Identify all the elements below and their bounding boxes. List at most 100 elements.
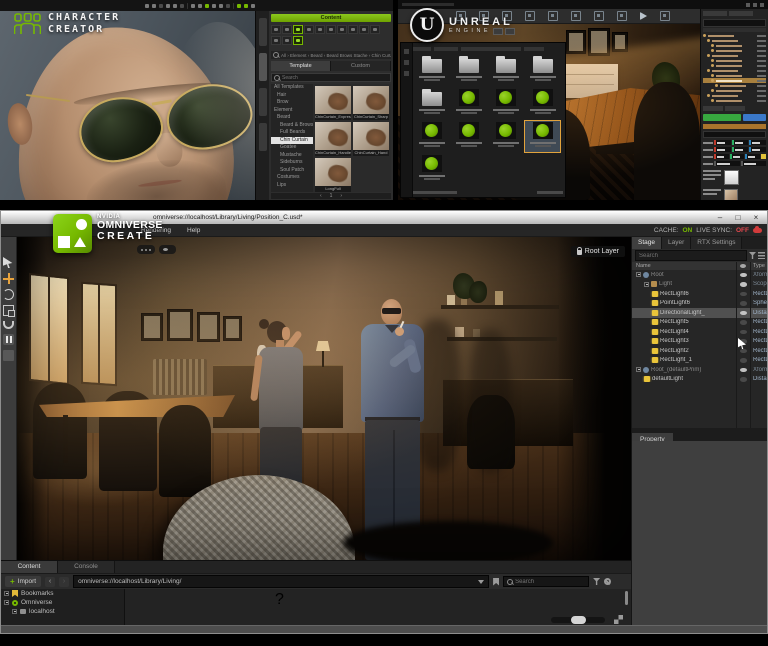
panel-tab[interactable]: Template — [271, 61, 331, 71]
details-tab[interactable] — [703, 106, 723, 111]
settings-icon[interactable] — [548, 11, 558, 21]
scale-lock-icon[interactable] — [761, 154, 766, 159]
visibility-eye-icon[interactable] — [740, 311, 747, 316]
close-button[interactable]: × — [749, 212, 763, 223]
cb-filter-button[interactable] — [524, 47, 544, 51]
ov-viewport[interactable]: Root Layer — [17, 237, 631, 560]
tree-item[interactable]: Beard & Brows — [271, 122, 313, 130]
rotation-z-field[interactable] — [749, 147, 766, 152]
toolbar-icon[interactable] — [219, 4, 223, 8]
toolbar-icon[interactable] — [180, 4, 184, 8]
file-tile[interactable]: ? — [275, 591, 305, 621]
tree-item[interactable]: Bookmarks — [1, 589, 124, 598]
world-settings-tab[interactable] — [725, 106, 745, 111]
outliner-search-input[interactable] — [703, 19, 766, 27]
asset-tile[interactable] — [488, 88, 523, 119]
bookmark-icon[interactable] — [493, 578, 499, 586]
stage-tree-row[interactable]: RectLight4 RectLight — [632, 327, 768, 337]
panel-icon[interactable] — [337, 25, 347, 34]
move-icon[interactable] — [3, 273, 14, 284]
path-bar[interactable] — [73, 575, 489, 588]
options-icon[interactable] — [758, 252, 765, 259]
panel-icon-active[interactable] — [293, 25, 303, 34]
visibility-eye-icon[interactable] — [740, 282, 747, 287]
stage-tree-row[interactable]: PointLight6 SphereLight — [632, 299, 768, 309]
asset-tile[interactable] — [414, 121, 449, 152]
asset-tile[interactable] — [451, 88, 486, 119]
scale-x-field[interactable] — [714, 154, 729, 159]
pause-icon[interactable] — [3, 334, 14, 345]
side-tab[interactable] — [259, 88, 267, 116]
asset-tile[interactable] — [414, 55, 449, 86]
toolbar-icon-active[interactable] — [205, 4, 209, 8]
menu-item[interactable]: Help — [187, 227, 200, 234]
level-tab[interactable] — [402, 3, 454, 6]
panel-tab[interactable]: Content — [1, 561, 58, 573]
stage-search-input[interactable] — [635, 250, 747, 261]
panel-icon[interactable] — [370, 25, 380, 34]
select-icon[interactable] — [3, 257, 14, 268]
marketplace-icon[interactable] — [525, 11, 535, 21]
scale-y-field[interactable] — [730, 154, 745, 159]
location-x-field[interactable] — [714, 140, 731, 145]
cc-viewport[interactable] — [0, 11, 255, 200]
scale-z-field[interactable] — [745, 154, 760, 159]
rotation-y-field[interactable] — [732, 147, 749, 152]
panel-tab[interactable]: Console — [58, 561, 115, 573]
mobility-field2[interactable] — [741, 161, 767, 166]
toolbar-icon[interactable] — [226, 4, 230, 8]
tree-item[interactable]: Mustache — [271, 152, 313, 160]
stage-tree-row[interactable]: defaultLight DistantLight — [632, 375, 768, 385]
cb-path-bar[interactable] — [461, 47, 521, 51]
import-button[interactable] — [434, 47, 458, 51]
tree-item[interactable]: Goatee — [271, 144, 313, 152]
visibility-eye-icon[interactable] — [740, 377, 747, 382]
back-button[interactable]: ‹ — [45, 577, 55, 587]
outliner-row[interactable] — [703, 98, 766, 103]
beard-thumbnail[interactable]: LongFull — [315, 158, 351, 192]
visibility-eye-icon[interactable] — [740, 358, 747, 363]
panel-icon[interactable] — [315, 25, 325, 34]
ue-sources-strip[interactable] — [401, 43, 413, 197]
type-column-header[interactable]: Type — [750, 263, 768, 269]
tree-item[interactable]: Chin Curtain — [271, 137, 313, 145]
expander-icon[interactable] — [12, 609, 17, 614]
side-tab-active[interactable] — [259, 53, 267, 81]
tree-item[interactable]: Beard — [271, 114, 313, 122]
expander-icon[interactable] — [644, 282, 649, 287]
maximize-button[interactable]: □ — [731, 212, 745, 223]
launch-icon[interactable] — [660, 11, 670, 21]
import-button[interactable]: +Import — [5, 576, 41, 587]
panel-icon[interactable] — [271, 36, 281, 45]
gear-icon[interactable] — [604, 578, 611, 585]
panel-icon[interactable] — [348, 25, 358, 34]
world-outliner-tab[interactable] — [703, 11, 727, 16]
stage-tree-row[interactable]: RectLight3 RectLight — [632, 337, 768, 347]
expander-icon[interactable] — [636, 367, 641, 372]
location-y-field[interactable] — [732, 140, 749, 145]
stage-tree-row[interactable]: DirectionalLight_ DistantLight — [632, 308, 768, 318]
tree-item[interactable]: Hair — [271, 92, 313, 100]
visibility-eye-icon[interactable] — [740, 292, 747, 297]
tree-item[interactable]: Full Beards — [271, 129, 313, 137]
file-tile[interactable] — [131, 591, 161, 621]
build-icon[interactable] — [617, 11, 627, 21]
stage-tree-row[interactable]: RectLight5 RectLight — [632, 318, 768, 328]
thumbnail-size-slider[interactable] — [551, 617, 605, 623]
asset-tile[interactable] — [488, 55, 523, 86]
toolbar-icon[interactable] — [173, 4, 177, 8]
tree-item[interactable]: Lips — [271, 182, 313, 190]
page-next[interactable]: › — [340, 193, 342, 199]
chevron-down-icon[interactable] — [478, 580, 484, 584]
blueprints-icon[interactable] — [571, 11, 581, 21]
close-button[interactable] — [760, 3, 764, 7]
snap-icon[interactable] — [3, 321, 14, 329]
cinematics-icon[interactable] — [594, 11, 604, 21]
visibility-eye-icon[interactable] — [740, 349, 747, 354]
toolbar-icon[interactable] — [191, 4, 195, 8]
visibility-eye-icon[interactable] — [740, 330, 747, 335]
beard-thumbnail[interactable]: ChinCurtain_Hand — [353, 122, 389, 156]
visibility-eye-icon[interactable] — [740, 273, 747, 278]
toolbar-icon[interactable] — [159, 4, 163, 8]
tree-item[interactable]: All Templates — [271, 84, 313, 92]
